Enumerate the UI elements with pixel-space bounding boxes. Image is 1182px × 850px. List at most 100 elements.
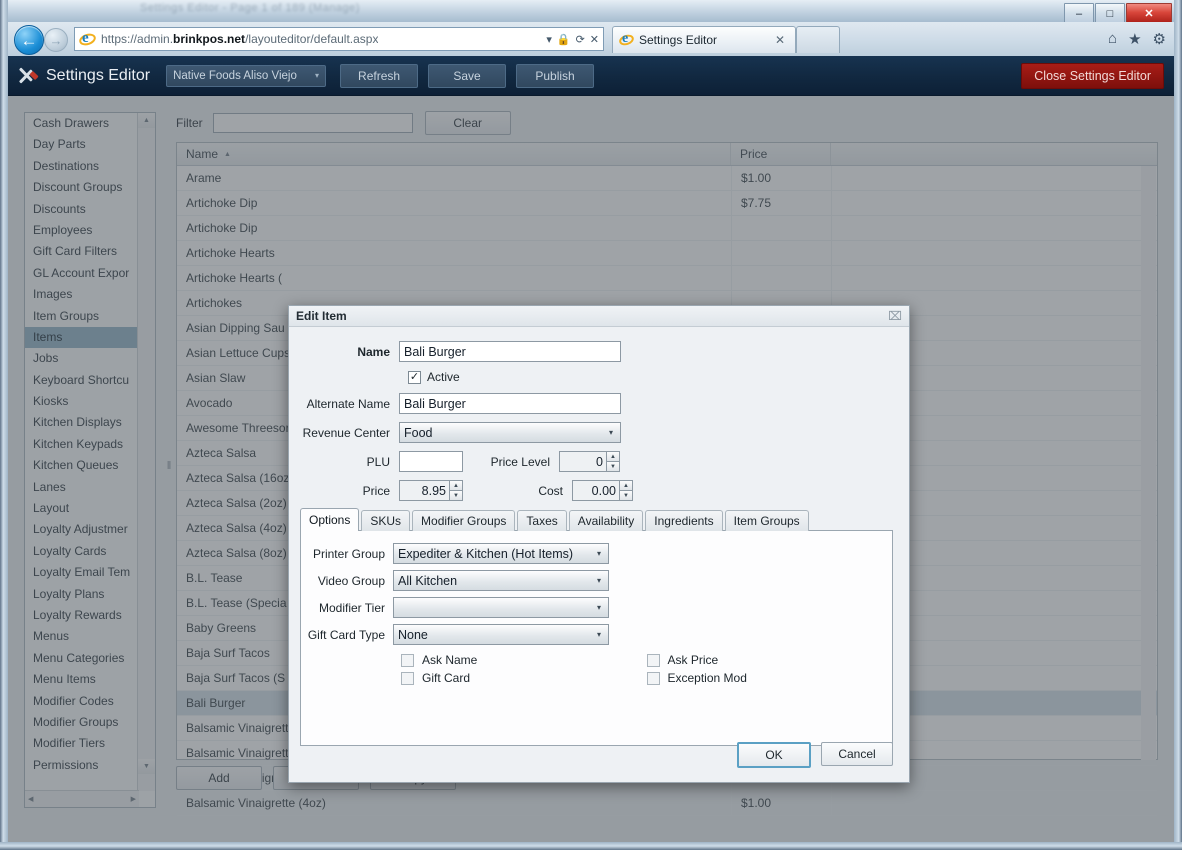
window-frame-right: [1174, 0, 1182, 850]
store-selector-dropdown[interactable]: Native Foods Aliso Viejo ▾: [166, 64, 327, 87]
active-checkbox-row: ✓ Active: [408, 370, 893, 384]
checkbox-label: Exception Mod: [667, 671, 747, 685]
price-stepper[interactable]: 8.95 ▲ ▼: [399, 480, 463, 501]
plu-input[interactable]: [399, 451, 463, 472]
chevron-down-icon: ▾: [596, 603, 601, 612]
minimize-button[interactable]: –: [1064, 3, 1094, 24]
chevron-down-icon[interactable]: ▾: [546, 33, 552, 46]
app-body: Cash DrawersDay PartsDestinationsDiscoun…: [8, 96, 1174, 842]
favorites-star-icon[interactable]: ★: [1128, 30, 1141, 48]
field-row-price-cost: Price 8.95 ▲ ▼ Cost 0.00 ▲ ▼: [301, 480, 893, 501]
checkbox-exception-mod[interactable]: [646, 671, 660, 685]
dialog-tabs[interactable]: Options SKUs Modifier Groups Taxes Availabil…: [300, 508, 909, 531]
price-value[interactable]: 8.95: [399, 480, 450, 501]
tab-item-groups[interactable]: Item Groups: [724, 510, 809, 531]
video-group-label: Video Group: [317, 573, 385, 588]
maximize-button[interactable]: □: [1095, 3, 1125, 24]
checkbox-gift-card[interactable]: [401, 671, 414, 685]
plu-label: PLU: [366, 454, 390, 469]
spin-up-icon[interactable]: ▲: [450, 480, 463, 490]
price-level-stepper[interactable]: 0 ▲ ▼: [559, 451, 620, 472]
gift-card-type-value: None: [398, 627, 428, 642]
browser-tab-settings-editor[interactable]: e Settings Editor ✕: [612, 26, 796, 53]
chevron-down-icon: ▾: [315, 71, 320, 80]
browser-tab-strip[interactable]: e Settings Editor ✕: [612, 26, 840, 53]
close-window-button[interactable]: ✕: [1126, 3, 1172, 24]
option-checkboxes: Ask Name Gift Card Ask Price Exception Mod: [401, 653, 892, 689]
close-icon[interactable]: ⌧: [888, 309, 902, 323]
spin-up-icon[interactable]: ▲: [607, 451, 620, 461]
cost-label: Cost: [538, 483, 563, 498]
name-label: Name: [357, 344, 390, 359]
field-row-plu-price-level: PLU Price Level 0 ▲ ▼: [301, 451, 893, 472]
browser-command-icons[interactable]: ⌂ ★ ⚙: [1108, 30, 1166, 48]
checkbox-label: Ask Name: [422, 653, 478, 667]
window-controls[interactable]: – □ ✕: [1064, 3, 1172, 24]
modifier-tier-dropdown[interactable]: ▾: [393, 597, 609, 618]
store-selector-value: Native Foods Aliso Viejo: [173, 69, 297, 82]
tab-taxes[interactable]: Taxes: [517, 510, 567, 531]
save-button[interactable]: Save: [428, 63, 507, 88]
printer-group-dropdown[interactable]: Expediter & Kitchen (Hot Items) ▾: [393, 543, 609, 564]
ok-button[interactable]: OK: [737, 742, 811, 768]
address-bar[interactable]: e https://admin.brinkpos.net/layoutedito…: [74, 27, 604, 51]
spin-up-icon[interactable]: ▲: [620, 480, 633, 490]
gift-card-type-dropdown[interactable]: None ▾: [393, 624, 609, 645]
tab-availability[interactable]: Availability: [568, 510, 644, 531]
checkbox-row: Ask Name: [401, 653, 647, 667]
new-tab-button[interactable]: [796, 26, 840, 53]
stop-icon[interactable]: ✕: [590, 33, 599, 46]
browser-toolbar: ← → e https://admin.brinkpos.net/layoute…: [8, 22, 1174, 56]
alternate-name-input[interactable]: Bali Burger: [399, 393, 621, 414]
active-label: Active: [427, 370, 460, 384]
revenue-center-dropdown[interactable]: Food ▾: [399, 422, 621, 443]
active-checkbox[interactable]: ✓: [408, 370, 421, 384]
spin-down-icon[interactable]: ▼: [607, 461, 620, 472]
cancel-button[interactable]: Cancel: [821, 742, 893, 766]
modifier-tier-label: Modifier Tier: [318, 600, 385, 615]
chevron-down-icon: ▾: [608, 428, 613, 437]
gift-card-type-label: Gift Card Type: [307, 627, 385, 642]
dialog-body: Name Bali Burger ✓ Active Alternate Name…: [289, 327, 909, 501]
chevron-down-icon: ▾: [596, 630, 601, 639]
price-level-value[interactable]: 0: [559, 451, 607, 472]
refresh-button[interactable]: Refresh: [340, 63, 419, 88]
price-label: Price: [362, 483, 390, 498]
internet-explorer-icon: e: [77, 30, 98, 48]
tab-modifier-groups[interactable]: Modifier Groups: [412, 510, 516, 531]
dialog-footer: OK Cancel: [737, 742, 893, 768]
name-input[interactable]: Bali Burger: [399, 341, 621, 362]
browser-tab-close-icon[interactable]: ✕: [771, 33, 789, 47]
checkbox-row: Ask Price: [646, 653, 893, 667]
dialog-title-bar: Edit Item ⌧: [289, 306, 909, 327]
close-settings-editor-button[interactable]: Close Settings Editor: [1021, 62, 1164, 89]
publish-button[interactable]: Publish: [516, 63, 595, 88]
home-icon[interactable]: ⌂: [1108, 30, 1117, 48]
background-window-title: Settings Editor - Page 1 of 189 (Manage): [140, 2, 360, 14]
checkbox-ask-price[interactable]: [646, 653, 660, 667]
field-row-alternate-name: Alternate Name Bali Burger: [301, 393, 893, 414]
cost-stepper[interactable]: 0.00 ▲ ▼: [572, 480, 633, 501]
tab-ingredients[interactable]: Ingredients: [645, 510, 723, 531]
option-row-video-group: Video Group All Kitchen ▾: [301, 570, 892, 591]
tab-skus[interactable]: SKUs: [361, 510, 411, 531]
spin-down-icon[interactable]: ▼: [450, 490, 463, 501]
tab-options[interactable]: Options: [300, 508, 360, 531]
checkbox-label: Ask Price: [667, 653, 719, 667]
refresh-icon[interactable]: ⟳: [576, 33, 585, 46]
video-group-value: All Kitchen: [398, 573, 458, 588]
settings-editor-app: Settings Editor Native Foods Aliso Viejo…: [8, 56, 1174, 842]
checkbox-ask-name[interactable]: [401, 653, 414, 667]
cost-value[interactable]: 0.00: [572, 480, 620, 501]
video-group-dropdown[interactable]: All Kitchen ▾: [393, 570, 609, 591]
checkbox-label: Gift Card: [422, 671, 471, 685]
os-window: Settings Editor - Page 1 of 189 (Manage)…: [0, 0, 1182, 850]
address-bar-controls[interactable]: ▾ 🔒 ⟳ ✕: [546, 33, 599, 46]
browser-tab-label: Settings Editor: [639, 33, 718, 47]
back-button-icon[interactable]: ←: [14, 25, 44, 55]
gear-icon[interactable]: ⚙: [1153, 30, 1166, 48]
spin-down-icon[interactable]: ▼: [620, 490, 633, 501]
forward-button-icon[interactable]: →: [44, 28, 68, 52]
option-row-modifier-tier: Modifier Tier ▾: [301, 597, 892, 618]
address-bar-url: https://admin.brinkpos.net/layouteditor/…: [101, 32, 379, 46]
